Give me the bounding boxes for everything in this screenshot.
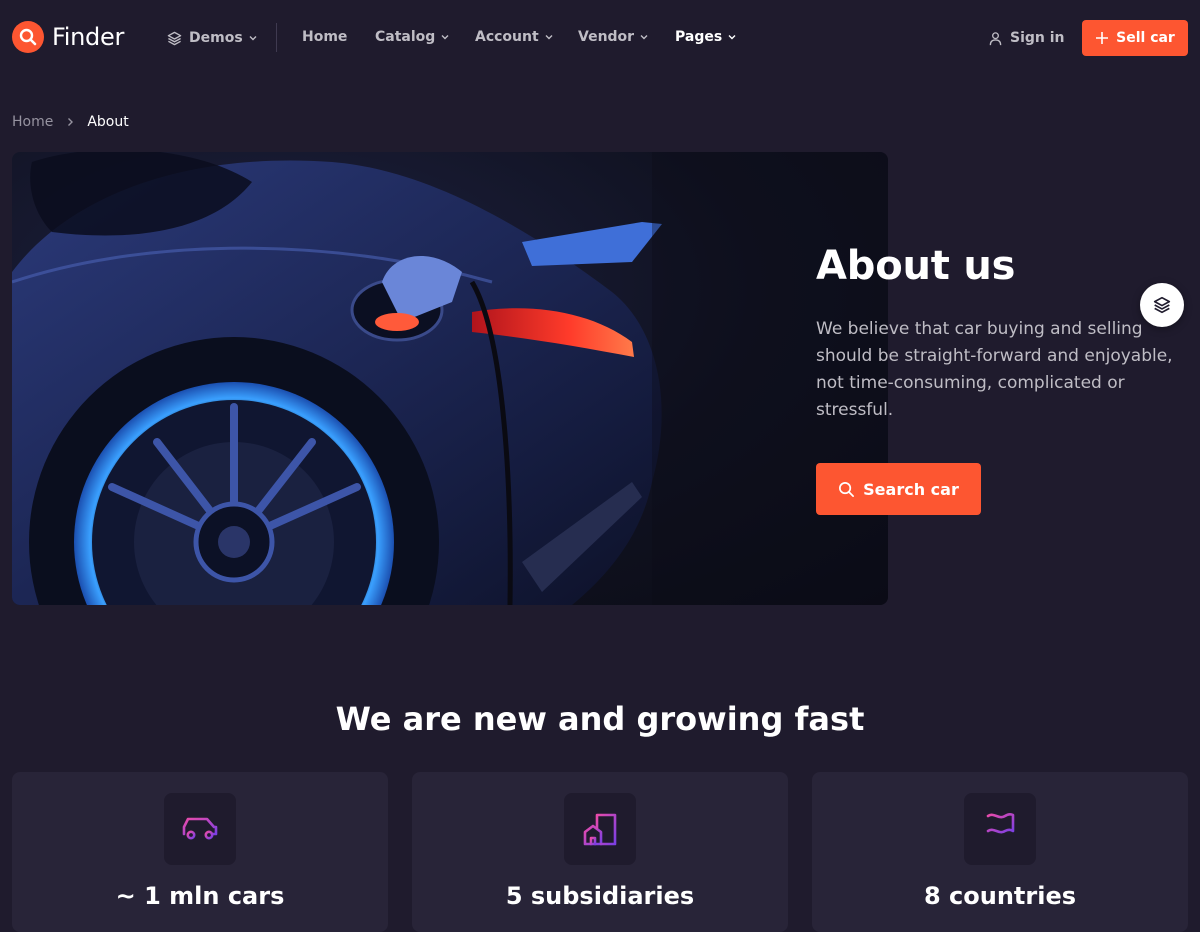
building-icon (564, 793, 636, 865)
nav-catalog-label: Catalog (375, 29, 436, 45)
stat-card-cars: ~ 1 mln cars (12, 772, 388, 932)
stat-card-countries: 8 countries (812, 772, 1188, 932)
hero-description: We believe that car buying and selling s… (816, 319, 1173, 420)
nav-account-label: Account (475, 29, 539, 45)
layers-icon (1153, 296, 1171, 314)
nav-catalog[interactable]: Catalog (375, 26, 450, 48)
nav-demos-label: Demos (189, 30, 243, 46)
nav-home[interactable]: Home (302, 26, 347, 48)
stat-value: 8 countries (923, 882, 1077, 910)
search-car-label: Search car (863, 479, 959, 499)
search-icon (838, 481, 855, 498)
nav-divider (276, 23, 277, 52)
stat-card-subsidiaries: 5 subsidiaries (412, 772, 788, 932)
breadcrumb-current: About (87, 114, 129, 130)
sign-in-label: Sign in (1010, 30, 1065, 46)
nav-home-label: Home (302, 29, 348, 45)
chevron-down-icon (727, 32, 737, 42)
chevron-down-icon (639, 32, 649, 42)
sign-in-link[interactable]: Sign in (988, 27, 1065, 49)
nav-vendor-label: Vendor (578, 29, 635, 45)
plus-icon (1095, 31, 1109, 45)
chevron-down-icon (440, 32, 450, 42)
search-car-button[interactable]: Search car (816, 463, 981, 515)
logo-search-icon (12, 21, 44, 53)
sell-car-button[interactable]: Sell car (1082, 20, 1188, 56)
stat-value: ~ 1 mln cars (115, 882, 285, 910)
layers-icon (167, 31, 182, 46)
hero-car-image (12, 152, 888, 605)
demos-float-button[interactable] (1140, 283, 1184, 327)
nav-pages-label: Pages (675, 29, 723, 45)
nav-account[interactable]: Account (475, 26, 554, 48)
nav-vendor[interactable]: Vendor (578, 26, 649, 48)
chevron-down-icon (544, 32, 554, 42)
breadcrumb-home[interactable]: Home (12, 114, 53, 130)
page-title: About us (816, 243, 1016, 289)
nav-pages[interactable]: Pages (675, 26, 737, 48)
nav-demos-dropdown[interactable]: Demos (167, 26, 258, 50)
chevron-right-icon (65, 117, 75, 127)
logo-text: Finder (52, 23, 125, 51)
site-header: Finder Demos Home Catalog Account Vendor (0, 0, 1200, 76)
stat-value: 5 subsidiaries (505, 882, 695, 910)
car-icon (164, 793, 236, 865)
sell-car-label: Sell car (1116, 30, 1175, 46)
breadcrumb: Home About (12, 112, 129, 132)
logo[interactable]: Finder (12, 21, 124, 53)
user-icon (988, 31, 1003, 46)
flag-icon (964, 793, 1036, 865)
chevron-down-icon (248, 33, 258, 43)
section-title: We are new and growing fast (335, 700, 865, 738)
